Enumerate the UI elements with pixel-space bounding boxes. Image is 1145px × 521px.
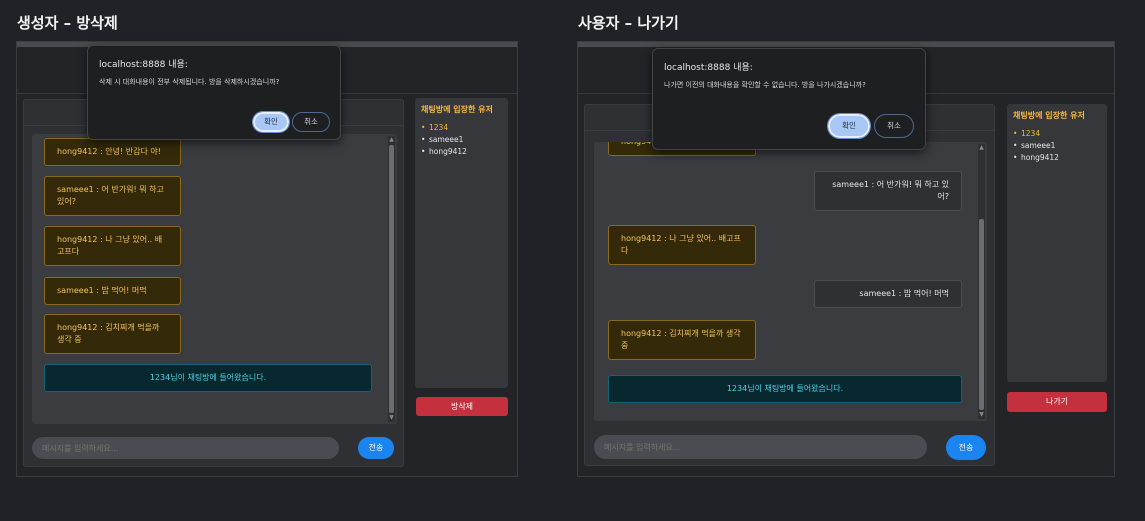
right-send-button[interactable]: 전송 <box>946 435 986 460</box>
user-list-item: sameee1 <box>1013 140 1059 152</box>
right-scroll-thumb[interactable] <box>979 219 984 410</box>
right-message-2: sameee1 : 어 반가워! 뭐 하고 있어? <box>814 171 962 211</box>
left-message-1: hong9412 : 안녕! 반갑다 야! <box>44 138 181 166</box>
left-send-button[interactable]: 전송 <box>358 437 394 459</box>
left-chat-scrollbar[interactable]: ▲ ▼ <box>388 136 395 422</box>
right-message-3: hong9412 : 나 그냥 있어.. 배고프다 <box>608 225 756 265</box>
user-list-item: 1234 <box>1013 128 1059 140</box>
right-system-message: 1234님이 채팅방에 들어왔습니다. <box>608 375 962 403</box>
right-chat-scrollbar[interactable]: ▲ ▼ <box>978 144 985 419</box>
leave-room-button[interactable]: 나가기 <box>1007 392 1107 412</box>
user-list-item: hong9412 <box>1013 152 1059 164</box>
dialog-ok-button[interactable]: 확인 <box>827 113 871 139</box>
left-users-title: 채팅방에 입장한 유저 <box>421 105 493 114</box>
right-message-input[interactable] <box>594 435 927 459</box>
right-messages-viewport: hong9412 : 안녕! 반갑다 야! sameee1 : 어 반가워! 뭐… <box>594 142 987 421</box>
left-users-list: 1234 sameee1 hong9412 <box>421 122 467 158</box>
left-confirm-dialog: localhost:8888 내용: 삭제 시 대화내용이 전부 삭제됩니다. … <box>87 45 341 140</box>
left-section-heading: 생성자 – 방삭제 <box>17 14 118 32</box>
left-chat-messages[interactable]: hong9412 : 안녕! 반갑다 야! sameee1 : 어 반가워! 뭐… <box>32 134 397 424</box>
left-message-5: hong9412 : 김치찌개 먹을까 생각 중 <box>44 314 181 354</box>
right-section-heading: 사용자 – 나가기 <box>578 14 679 32</box>
right-users-list: 1234 sameee1 hong9412 <box>1013 128 1059 164</box>
dialog-message: 삭제 시 대화내용이 전부 삭제됩니다. 방을 삭제하시겠습니까? <box>99 78 280 86</box>
left-scroll-thumb[interactable] <box>389 145 394 413</box>
left-message-2: sameee1 : 어 반가워! 뭐 하고 있어? <box>44 176 181 216</box>
right-message-5: hong9412 : 김치찌개 먹을까 생각 중 <box>608 320 756 360</box>
right-chat-messages[interactable]: hong9412 : 안녕! 반갑다 야! sameee1 : 어 반가워! 뭐… <box>594 142 987 421</box>
right-chat-panel: hong9412 : 안녕! 반갑다 야! sameee1 : 어 반가워! 뭐… <box>584 104 995 466</box>
scroll-down-icon[interactable]: ▼ <box>388 414 395 422</box>
dialog-cancel-button[interactable]: 취소 <box>292 112 330 132</box>
left-message-4: sameee1 : 밥 먹어! 머먹 <box>44 277 181 305</box>
right-message-4: sameee1 : 밥 먹어! 머먹 <box>814 280 962 308</box>
dialog-title: localhost:8888 내용: <box>664 63 753 73</box>
right-users-panel: 채팅방에 입장한 유저 1234 sameee1 hong9412 <box>1007 104 1107 382</box>
right-browser-window: hong9412 : 안녕! 반갑다 야! sameee1 : 어 반가워! 뭐… <box>577 41 1115 477</box>
scroll-up-icon[interactable]: ▲ <box>388 136 395 144</box>
dialog-ok-button[interactable]: 확인 <box>252 111 290 133</box>
left-users-panel: 채팅방에 입장한 유저 1234 sameee1 hong9412 <box>415 98 508 388</box>
user-list-item: hong9412 <box>421 146 467 158</box>
left-message-input[interactable] <box>32 437 339 459</box>
scroll-down-icon[interactable]: ▼ <box>978 411 985 419</box>
right-confirm-dialog: localhost:8888 내용: 나가면 이전의 대화내용을 확인할 수 없… <box>652 48 926 150</box>
left-chat-panel: hong9412 : 안녕! 반갑다 야! sameee1 : 어 반가워! 뭐… <box>23 99 404 467</box>
left-message-3: hong9412 : 나 그냥 있어.. 배고프다 <box>44 226 181 266</box>
left-system-message: 1234님이 채팅방에 들어왔습니다. <box>44 364 372 392</box>
dialog-cancel-button[interactable]: 취소 <box>874 114 914 138</box>
right-users-title: 채팅방에 입장한 유저 <box>1013 111 1085 120</box>
user-list-item: sameee1 <box>421 134 467 146</box>
user-list-item: 1234 <box>421 122 467 134</box>
dialog-message: 나가면 이전의 대화내용을 확인할 수 없습니다. 방을 나가시겠습니까? <box>664 81 866 89</box>
scroll-up-icon[interactable]: ▲ <box>978 144 985 152</box>
left-browser-window: hong9412 : 안녕! 반갑다 야! sameee1 : 어 반가워! 뭐… <box>16 41 518 477</box>
delete-room-button[interactable]: 방삭제 <box>416 397 508 416</box>
dialog-title: localhost:8888 내용: <box>99 60 188 70</box>
